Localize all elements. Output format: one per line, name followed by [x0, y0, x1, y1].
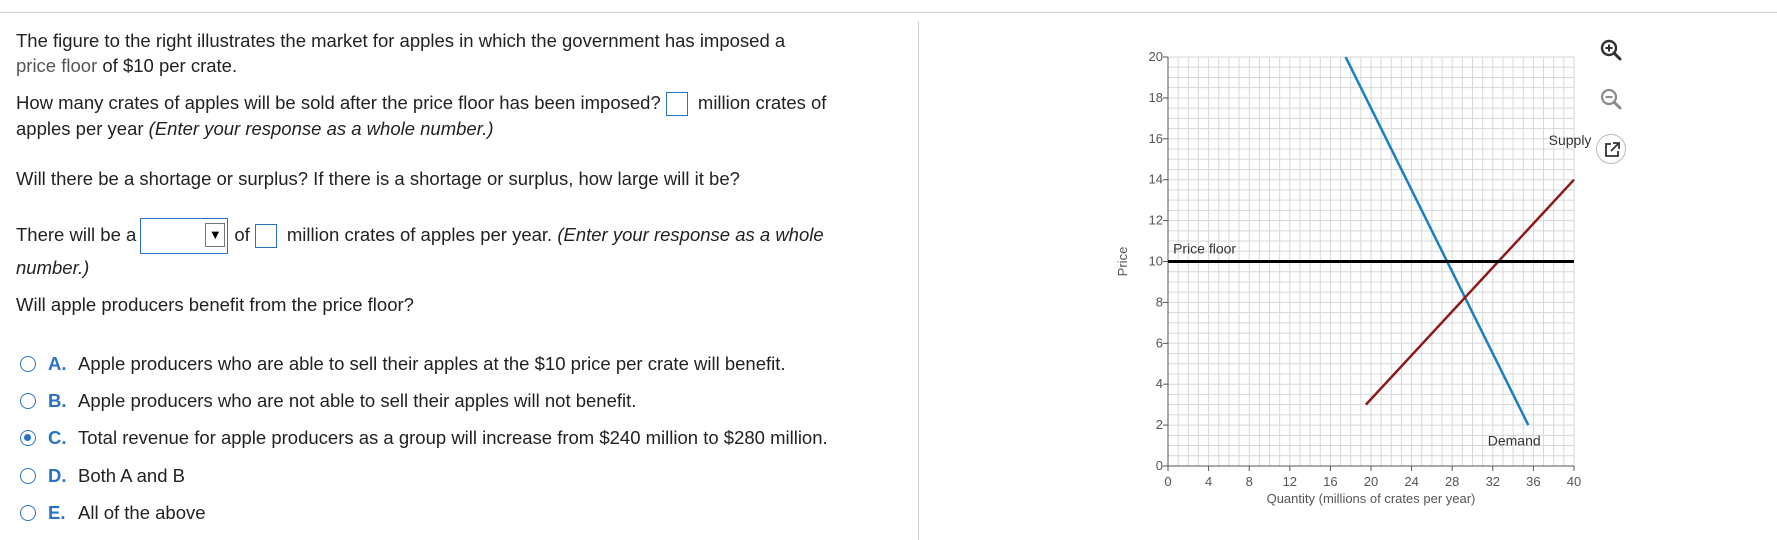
x-tick-label: 4: [1205, 474, 1212, 489]
zoom-in-icon: [1600, 39, 1622, 61]
demand-curve-label: Demand: [1488, 433, 1541, 449]
supply-curve-label: Supply: [1549, 132, 1592, 148]
y-axis-label: Price: [1115, 247, 1130, 277]
y-tick-label: 18: [1149, 90, 1163, 105]
zoom-in-button[interactable]: [1596, 35, 1626, 65]
y-tick-label: 12: [1149, 213, 1163, 228]
y-tick-label: 10: [1149, 254, 1163, 269]
y-tick-label: 0: [1156, 458, 1163, 473]
y-tick-label: 4: [1156, 376, 1163, 391]
x-tick-label: 20: [1364, 474, 1378, 489]
zoom-out-icon: [1600, 88, 1622, 110]
x-tick-label: 24: [1404, 474, 1418, 489]
zoom-out-button[interactable]: [1596, 84, 1626, 114]
market-chart: 024681012141618200 4 8 12 16 20 24 28 32 36 40Quan…: [1115, 49, 1592, 506]
y-tick-label: 2: [1156, 417, 1163, 432]
x-tick-label: 8: [1246, 474, 1253, 489]
y-tick-label: 6: [1156, 335, 1163, 350]
x-tick-label: 28: [1445, 474, 1459, 489]
x-tick-label: 12: [1283, 474, 1297, 489]
x-tick-label: 36: [1526, 474, 1540, 489]
y-tick-label: 14: [1149, 172, 1163, 187]
x-tick-label: 16: [1323, 474, 1337, 489]
x-tick-label: 32: [1486, 474, 1500, 489]
popout-icon: [1605, 142, 1620, 157]
y-tick-label: 8: [1156, 294, 1163, 309]
x-axis-label: Quantity (millions of crates per year): [1267, 491, 1476, 506]
popout-button[interactable]: [1596, 134, 1626, 164]
price-floor-line-label: Price floor: [1173, 240, 1236, 256]
y-tick-label: 16: [1149, 131, 1163, 146]
y-tick-label: 20: [1149, 49, 1163, 64]
x-tick-label: 0: [1164, 474, 1171, 489]
x-tick-label: 40: [1567, 474, 1581, 489]
